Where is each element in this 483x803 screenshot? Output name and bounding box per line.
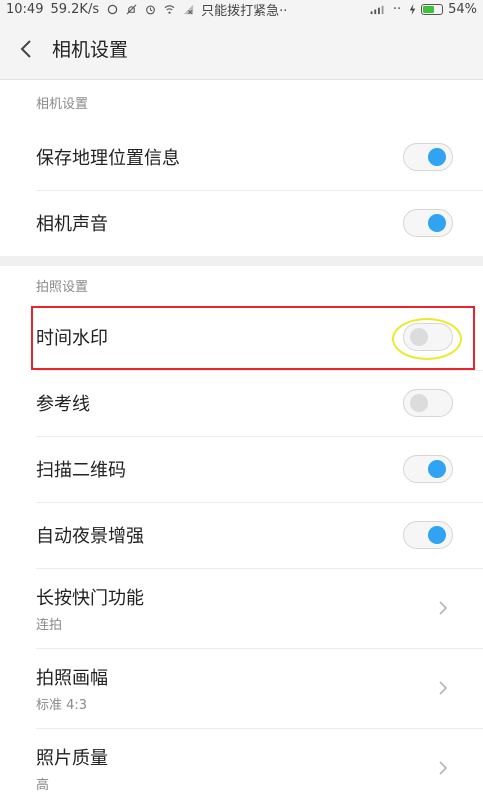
charging-icon (409, 3, 416, 15)
row-label: 参考线 (36, 394, 90, 415)
camera-sound-toggle[interactable] (403, 209, 453, 237)
row-label: 自动夜景增强 (36, 526, 144, 547)
section-camera-settings: 相机设置 保存地理位置信息 相机声音 (0, 80, 483, 256)
chevron-left-icon (20, 39, 31, 58)
row-camera-sound[interactable]: 相机声音 (0, 190, 483, 256)
status-time: 10:49 (6, 1, 44, 17)
page-title: 相机设置 (52, 39, 129, 61)
row-label: 相机声音 (36, 214, 108, 235)
row-aspect-ratio[interactable]: 拍照画幅 标准 4:3 (0, 648, 483, 728)
row-label: 拍照画幅 (36, 667, 108, 689)
alarm-icon (146, 5, 155, 14)
row-grid-lines[interactable]: 参考线 (0, 370, 483, 436)
row-label: 保存地理位置信息 (36, 148, 180, 169)
night-enhance-toggle[interactable] (403, 521, 453, 549)
bell-off-icon (126, 4, 137, 14)
wifi-icon (164, 4, 175, 14)
status-carrier: 只能拨打紧急·· (201, 3, 288, 19)
chevron-right-icon (439, 601, 448, 615)
row-photo-quality[interactable]: 照片质量 高 (0, 728, 483, 803)
back-button[interactable] (0, 18, 52, 80)
time-watermark-toggle[interactable] (403, 323, 453, 351)
row-value: 高 (36, 777, 50, 793)
row-time-watermark[interactable]: 时间水印 (0, 304, 483, 370)
row-long-press-shutter[interactable]: 长按快门功能 连拍 (0, 568, 483, 648)
section-label: 拍照设置 (36, 279, 89, 295)
row-scan-qr[interactable]: 扫描二维码 (0, 436, 483, 502)
sync-icon (107, 4, 118, 14)
save-location-toggle[interactable] (403, 143, 453, 171)
app-header: 相机设置 (0, 18, 483, 80)
section-photo-settings: 拍照设置 时间水印 参考线 扫描二维码 自动夜景增强 长按快门功能 连拍 拍照画… (0, 266, 483, 803)
status-bar: 10:49 59.2K/s 只能拨打紧急·· ·· 54% (0, 0, 483, 18)
battery-percent: 54% (448, 1, 477, 17)
row-save-location[interactable]: 保存地理位置信息 (0, 124, 483, 190)
grid-lines-toggle[interactable] (403, 389, 453, 417)
chevron-right-icon (439, 681, 448, 695)
status-network-speed: 59.2K/s (50, 1, 100, 17)
row-night-enhance[interactable]: 自动夜景增强 (0, 502, 483, 568)
row-label: 长按快门功能 (36, 587, 144, 609)
chevron-right-icon (439, 761, 448, 775)
section-label: 相机设置 (36, 96, 89, 112)
scan-qr-toggle[interactable] (403, 455, 453, 483)
status-signal-text: ·· (392, 1, 402, 17)
row-value: 标准 4:3 (36, 697, 88, 713)
row-label: 照片质量 (36, 747, 108, 769)
row-value: 连拍 (36, 617, 63, 633)
signal-icon (370, 5, 384, 14)
row-label: 扫描二维码 (36, 460, 126, 481)
battery-icon (421, 3, 444, 15)
sim-icon (184, 4, 194, 14)
row-label: 时间水印 (36, 328, 108, 349)
section-divider (0, 256, 483, 266)
